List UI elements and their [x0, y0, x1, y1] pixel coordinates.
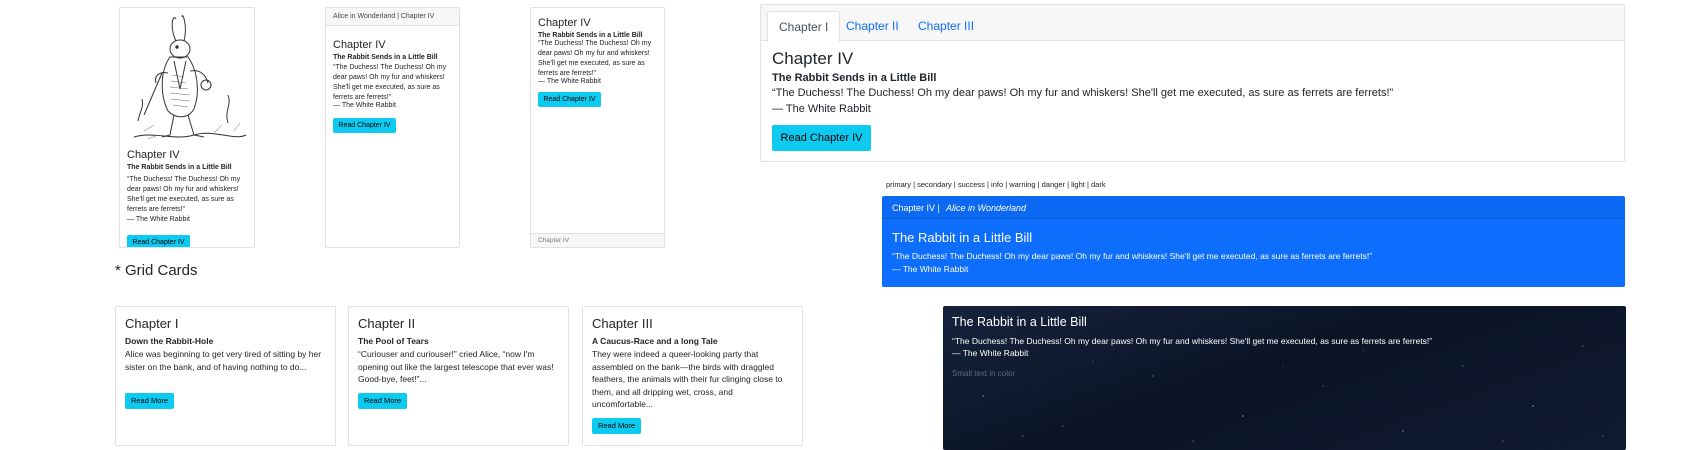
- primary-card-header-chapter: Chapter IV |: [892, 203, 943, 213]
- card-attribution: — The White Rabbit: [333, 102, 396, 109]
- variants-label: primary | secondary | success | info | w…: [886, 180, 1106, 189]
- card-subtitle: The Rabbit Sends in a Little Bill: [127, 164, 232, 171]
- card-subtitle: The Rabbit Sends in a Little Bill: [538, 32, 643, 39]
- primary-card-quote: “The Duchess! The Duchess! Oh my dear pa…: [892, 251, 1373, 261]
- tabs-header: Chapter I Chapter II Chapter III: [761, 5, 1624, 42]
- white-rabbit-illustration: [124, 11, 252, 147]
- header-card: Alice in Wonderland | Chapter IV Chapter…: [325, 7, 460, 248]
- image-card: Chapter IV The Rabbit Sends in a Little …: [119, 7, 255, 248]
- grid-card: Chapter II The Pool of Tears “Curiouser …: [348, 306, 569, 446]
- grid-card-subtitle: Down the Rabbit-Hole: [125, 336, 214, 346]
- grid-card: Chapter III A Caucus-Race and a long Tal…: [582, 306, 803, 446]
- card-quote: “The Duchess! The Duchess! Oh my dear pa…: [127, 176, 241, 213]
- card-title: Chapter IV: [538, 17, 591, 29]
- grid-card-subtitle: The Pool of Tears: [358, 336, 429, 346]
- grid-card-text: They were indeed a queer-looking party t…: [592, 349, 783, 409]
- primary-card-header-book: Alice in Wonderland: [946, 203, 1027, 213]
- tab-chapter-iii[interactable]: Chapter III: [907, 11, 985, 41]
- tabs-card: Chapter I Chapter II Chapter III Chapter…: [760, 4, 1625, 162]
- read-chapter-iv-button[interactable]: Read Chapter IV: [772, 125, 871, 151]
- primary-card-header: Chapter IV | Alice in Wonderland: [882, 196, 1625, 219]
- card-quote: “The Duchess! The Duchess! Oh my dear pa…: [538, 40, 652, 77]
- read-chapter-iv-button[interactable]: Read Chapter IV: [538, 92, 601, 107]
- primary-card-attribution: — The White Rabbit: [892, 264, 969, 274]
- card-subtitle: The Rabbit Sends in a Little Bill: [333, 54, 438, 61]
- grid-card-title: Chapter II: [358, 316, 416, 331]
- read-more-button[interactable]: Read More: [592, 418, 641, 434]
- grid-card-text: Alice was beginning to get very tired of…: [125, 349, 322, 372]
- card-quote: “The Duchess! The Duchess! Oh my dear pa…: [333, 64, 447, 101]
- card-header-text: Alice in Wonderland | Chapter IV: [333, 13, 435, 20]
- read-chapter-iv-button[interactable]: Read Chapter IV: [333, 118, 396, 133]
- overlay-card-title: The Rabbit in a Little Bill: [952, 315, 1087, 329]
- card-attribution: — The White Rabbit: [127, 216, 190, 223]
- primary-card-title: The Rabbit in a Little Bill: [892, 230, 1033, 245]
- image-overlay-card: The Rabbit in a Little Bill “The Duchess…: [943, 306, 1626, 450]
- footer-card: Chapter IV The Rabbit Sends in a Little …: [530, 7, 665, 248]
- card-subtitle: The Rabbit Sends in a Little Bill: [772, 72, 937, 84]
- tab-chapter-i[interactable]: Chapter I: [767, 11, 841, 42]
- read-chapter-iv-button[interactable]: Read Chapter IV: [127, 235, 190, 247]
- overlay-card-quote: “The Duchess! The Duchess! Oh my dear pa…: [952, 336, 1433, 346]
- card-title: Chapter IV: [333, 39, 386, 51]
- card-title: Chapter IV: [127, 149, 180, 161]
- grid-card-text: “Curiouser and curiouser!” cried Alice, …: [358, 349, 554, 384]
- card-title: Chapter IV: [772, 49, 854, 68]
- primary-card: Chapter IV | Alice in Wonderland The Rab…: [882, 196, 1625, 287]
- card-footer: Chapter IV: [531, 233, 664, 247]
- tab-chapter-ii[interactable]: Chapter II: [835, 11, 910, 41]
- read-more-button[interactable]: Read More: [358, 393, 407, 409]
- overlay-card-small-text: Small text in color: [952, 369, 1016, 378]
- grid-card: Chapter I Down the Rabbit-Hole Alice was…: [115, 306, 336, 446]
- card-header: Alice in Wonderland | Chapter IV: [326, 8, 459, 26]
- grid-card-subtitle: A Caucus-Race and a long Tale: [592, 336, 718, 346]
- read-more-button[interactable]: Read More: [125, 393, 174, 409]
- card-attribution: — The White Rabbit: [538, 78, 601, 85]
- overlay-card-attribution: — The White Rabbit: [952, 348, 1029, 358]
- card-quote: “The Duchess! The Duchess! Oh my dear pa…: [772, 87, 1394, 99]
- card-attribution: — The White Rabbit: [772, 103, 871, 115]
- grid-cards-heading: * Grid Cards: [115, 262, 198, 279]
- grid-card-title: Chapter I: [125, 316, 179, 331]
- card-footer-text: Chapter IV: [538, 237, 570, 244]
- grid-card-title: Chapter III: [592, 316, 653, 331]
